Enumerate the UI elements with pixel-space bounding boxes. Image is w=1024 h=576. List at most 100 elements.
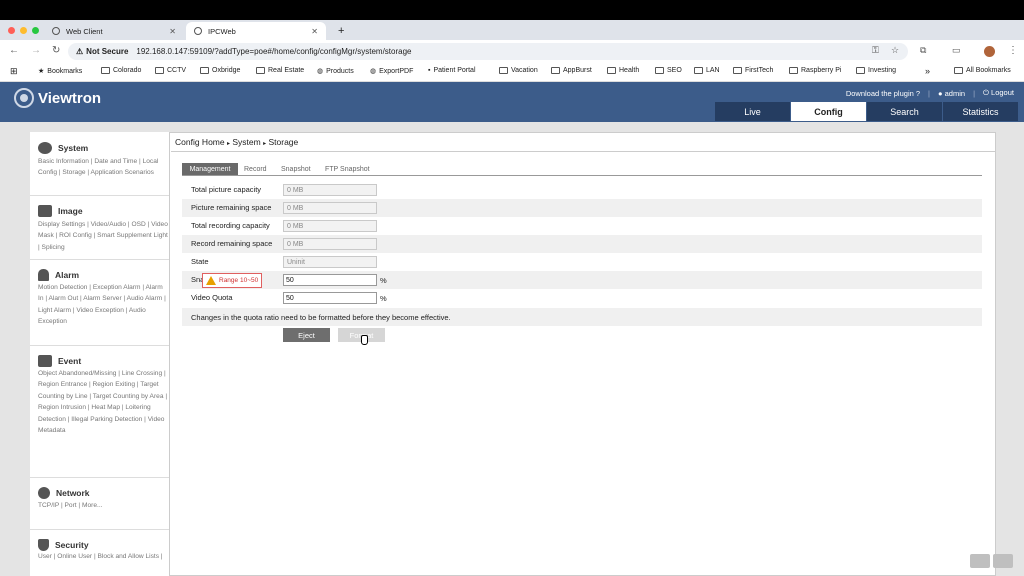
- more-bookmarks-button[interactable]: »: [925, 66, 930, 76]
- sidebar-section-system: System Basic Information | Date and Time…: [30, 132, 169, 196]
- browser-tab-ipcweb[interactable]: IPCWeb ✕: [186, 22, 326, 40]
- browser-tab-web-client[interactable]: Web Client ✕: [44, 22, 184, 40]
- row-record-remaining: Record remaining space 0 MB: [182, 235, 982, 253]
- close-window-dot[interactable]: [8, 27, 15, 34]
- bookmark-item[interactable]: ◍ Products: [317, 67, 354, 76]
- bookmark-item[interactable]: FirstTech: [733, 67, 773, 74]
- tab-ftp-snapshot[interactable]: FTP Snapshot: [320, 163, 375, 175]
- bookmark-item[interactable]: Investing: [856, 67, 896, 74]
- folder-icon: [954, 67, 963, 74]
- label-record-remaining: Record remaining space: [191, 239, 273, 248]
- url-field[interactable]: ⚠ Not Secure 192.168.0.147:59109/?addType…: [68, 43, 908, 60]
- profile-avatar[interactable]: [984, 46, 995, 57]
- close-tab-icon[interactable]: ✕: [169, 27, 176, 36]
- all-bookmarks[interactable]: All Bookmarks: [954, 67, 1011, 74]
- user-menu[interactable]: ● admin: [938, 89, 965, 98]
- tab-snapshot[interactable]: Snapshot: [276, 163, 316, 175]
- cast-icon[interactable]: ▭: [952, 45, 961, 56]
- user-icon: ●: [938, 88, 943, 98]
- power-icon: ⏻: [983, 88, 989, 97]
- apps-grid-icon[interactable]: ⊞: [10, 66, 18, 77]
- folder-icon: [607, 67, 616, 74]
- breadcrumb-home[interactable]: Config Home: [175, 137, 225, 147]
- tab-management[interactable]: Management: [182, 163, 238, 175]
- sidebar-section-alarm: Alarm Motion Detection | Exception Alarm…: [30, 260, 169, 346]
- range-warning-tooltip: Range 10~50: [202, 273, 263, 288]
- label-total-recording: Total recording capacity: [191, 221, 270, 230]
- sidebar-title-security[interactable]: Security: [38, 539, 89, 551]
- minimize-window-dot[interactable]: [20, 27, 27, 34]
- download-plugin-link[interactable]: Download the plugin ?: [846, 89, 920, 98]
- snapshot-quota-input[interactable]: 50: [283, 274, 377, 286]
- nav-tab-statistics[interactable]: Statistics: [943, 102, 1018, 121]
- new-tab-button[interactable]: +: [330, 22, 352, 40]
- nav-tab-live[interactable]: Live: [715, 102, 790, 121]
- video-quota-input[interactable]: 50: [283, 292, 377, 304]
- folder-icon: [551, 67, 560, 74]
- nav-tab-config[interactable]: Config: [791, 102, 866, 121]
- sidebar-links-network[interactable]: TCP/IP | Port | More...: [38, 500, 168, 511]
- image-icon: [38, 205, 52, 217]
- bookmark-item[interactable]: Raspberry Pi: [789, 67, 841, 74]
- maximize-window-dot[interactable]: [32, 27, 39, 34]
- bookmark-item[interactable]: ★ Bookmarks: [38, 67, 82, 76]
- sidebar-links-event[interactable]: Object Abandoned/Missing | Line Crossing…: [38, 368, 168, 436]
- menu-icon[interactable]: ⋮: [1008, 45, 1018, 56]
- row-total-picture: Total picture capacity 0 MB: [182, 181, 982, 199]
- state-field: Uninit: [283, 256, 377, 268]
- shield-icon: [38, 539, 49, 551]
- bookmark-item[interactable]: Colorado: [101, 67, 141, 74]
- tab-record[interactable]: Record: [239, 163, 272, 175]
- help-icon: ?: [915, 88, 921, 98]
- key-icon[interactable]: ⚿: [872, 45, 879, 56]
- close-tab-icon[interactable]: ✕: [311, 27, 318, 36]
- sidebar-section-network: Network TCP/IP | Port | More...: [30, 478, 169, 530]
- bookmark-item[interactable]: ◍ ExportPDF: [370, 67, 413, 76]
- warning-icon: [206, 276, 216, 285]
- corner-control-1[interactable]: [970, 554, 990, 568]
- mouse-cursor: [361, 335, 368, 345]
- nav-tab-search[interactable]: Search: [867, 102, 942, 121]
- bookmark-item[interactable]: AppBurst: [551, 67, 592, 74]
- bookmark-item[interactable]: ▪ Patient Portal: [428, 67, 476, 74]
- bookmark-item[interactable]: Oxbridge: [200, 67, 240, 74]
- sidebar-title-image[interactable]: Image: [38, 205, 83, 217]
- not-secure-badge[interactable]: ⚠ Not Secure: [76, 47, 128, 56]
- back-icon[interactable]: ←: [9, 45, 19, 56]
- folder-icon: [694, 67, 703, 74]
- label-total-picture: Total picture capacity: [191, 185, 262, 194]
- record-remaining-field: 0 MB: [283, 238, 377, 250]
- sidebar-title-network[interactable]: Network: [38, 487, 90, 499]
- sidebar-links-system[interactable]: Basic Information | Date and Time | Loca…: [38, 156, 168, 179]
- picture-remaining-field: 0 MB: [283, 202, 377, 214]
- bookmark-item[interactable]: Vacation: [499, 67, 538, 74]
- reload-icon[interactable]: ↻: [52, 45, 60, 56]
- viewtron-logo: Viewtron: [14, 88, 101, 108]
- breadcrumb-system[interactable]: System: [232, 137, 260, 147]
- sidebar-title-event[interactable]: Event: [38, 355, 81, 367]
- sidebar-links-image[interactable]: Display Settings | Video/Audio | OSD | V…: [38, 219, 168, 253]
- row-total-recording: Total recording capacity 0 MB: [182, 217, 982, 235]
- bookmark-item[interactable]: Real Estate: [256, 67, 304, 74]
- total-recording-field: 0 MB: [283, 220, 377, 232]
- sidebar-title-system[interactable]: System: [38, 142, 88, 154]
- tab-favicon: [194, 27, 202, 35]
- corner-control-2[interactable]: [993, 554, 1013, 568]
- folder-icon: [733, 67, 742, 74]
- sidebar-links-alarm[interactable]: Motion Detection | Exception Alarm | Ala…: [38, 282, 168, 328]
- bookmark-item[interactable]: LAN: [694, 67, 720, 74]
- star-icon[interactable]: ☆: [891, 45, 899, 56]
- bookmark-item[interactable]: SEO: [655, 67, 682, 74]
- sidebar-title-alarm[interactable]: Alarm: [38, 269, 79, 281]
- forward-icon[interactable]: →: [31, 45, 41, 56]
- bookmark-item[interactable]: Health: [607, 67, 639, 74]
- sidebar-section-event: Event Object Abandoned/Missing | Line Cr…: [30, 346, 169, 478]
- tab-favicon: [52, 27, 60, 35]
- eject-button[interactable]: Eject: [283, 328, 330, 342]
- sidebar-section-security: Security User | Online User | Block and …: [30, 530, 169, 576]
- extensions-icon[interactable]: ⧉: [920, 45, 926, 56]
- bookmark-item[interactable]: CCTV: [155, 67, 186, 74]
- sidebar-links-security[interactable]: User | Online User | Block and Allow Lis…: [38, 551, 168, 562]
- video-quota-unit: %: [380, 293, 387, 303]
- logout-link[interactable]: ⏻ Logout: [983, 88, 1014, 98]
